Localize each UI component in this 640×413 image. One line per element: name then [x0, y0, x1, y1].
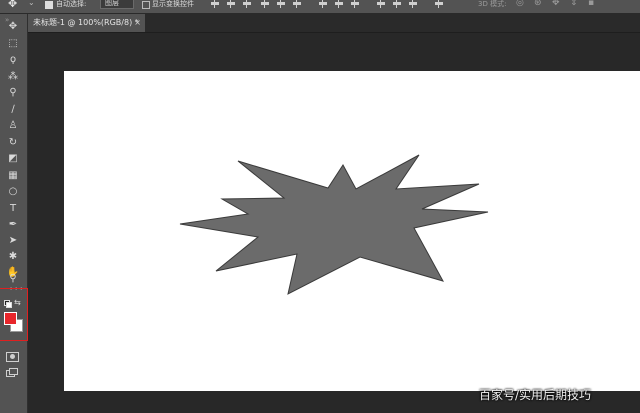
- document-tab-title: 未标题-1 @ 100%(RGB/8) *: [33, 18, 139, 27]
- lasso-tool-icon[interactable]: ϙ: [6, 53, 20, 67]
- marquee-tool-icon[interactable]: ⬚: [6, 37, 20, 51]
- auto-align-icon[interactable]: [434, 0, 444, 8]
- align-right-icon[interactable]: [242, 0, 252, 8]
- distribute-middle-icon[interactable]: [334, 0, 344, 8]
- auto-select-dropdown[interactable]: 图层: [100, 0, 134, 9]
- dodge-tool-icon[interactable]: ○: [6, 185, 20, 199]
- auto-select-checkbox[interactable]: [45, 1, 53, 9]
- path-selection-tool-icon[interactable]: ➤: [6, 234, 20, 248]
- move-tool-icon[interactable]: ✥: [6, 20, 20, 34]
- 3d-slide-icon[interactable]: ⇕: [570, 0, 578, 8]
- align-center-icon[interactable]: [226, 0, 236, 8]
- magic-wand-tool-icon[interactable]: ⁂: [6, 70, 20, 84]
- quick-mask-icon[interactable]: [6, 352, 19, 362]
- screen-mode-icon[interactable]: [6, 368, 18, 377]
- foreground-color-swatch[interactable]: [4, 312, 17, 325]
- watermark-text: 百家号/实用后期技巧: [479, 388, 592, 402]
- type-tool-icon[interactable]: T: [6, 202, 20, 216]
- stamp-tool-icon[interactable]: ♙: [6, 119, 20, 133]
- document-tab[interactable]: 未标题-1 @ 100%(RGB/8) * ×: [27, 14, 145, 32]
- eraser-tool-icon[interactable]: ◩: [6, 152, 20, 166]
- history-brush-tool-icon[interactable]: ↻: [6, 136, 20, 150]
- gradient-tool-icon[interactable]: ▦: [6, 169, 20, 183]
- 3d-pan-icon[interactable]: ✥: [552, 0, 560, 8]
- align-top-icon[interactable]: [260, 0, 270, 8]
- zoom-tool-icon[interactable]: ⚲: [6, 272, 20, 286]
- auto-select-label: 自动选择:: [56, 0, 87, 8]
- distribute-left-icon[interactable]: [376, 0, 386, 8]
- 3d-rotate-icon[interactable]: ◎: [516, 0, 524, 8]
- swap-colors-icon[interactable]: ⇆: [14, 298, 21, 307]
- distribute-top-icon[interactable]: [318, 0, 328, 8]
- starburst-shape[interactable]: [179, 154, 489, 295]
- chevron-down-icon[interactable]: ⌄: [28, 0, 35, 7]
- 3d-scale-icon[interactable]: ▪: [588, 0, 594, 8]
- 3d-mode-label: 3D 模式:: [478, 0, 507, 8]
- close-icon[interactable]: ×: [134, 14, 141, 32]
- move-tool-icon[interactable]: ✥: [8, 0, 17, 10]
- align-left-icon[interactable]: [210, 0, 220, 8]
- distribute-hcenter-icon[interactable]: [392, 0, 402, 8]
- toolbox: » ✥ ⬚ ϙ ⁂ ⚲ ∕ ♙ ↻ ◩ ▦ ○ T ✒ ➤ ✱ ✋ ⚲ ••• ⇆: [0, 14, 28, 413]
- document-tab-bar: 未标题-1 @ 100%(RGB/8) * ×: [27, 14, 640, 33]
- distribute-right-icon[interactable]: [408, 0, 418, 8]
- shape-layer: [179, 154, 489, 295]
- align-bottom-icon[interactable]: [292, 0, 302, 8]
- show-transform-checkbox[interactable]: [142, 1, 150, 9]
- distribute-bottom-icon[interactable]: [350, 0, 360, 8]
- show-transform-label: 显示变换控件: [152, 0, 194, 8]
- options-bar: ✥ ⌄ 自动选择: 图层 显示变换控件 3D 模式: ◎ ⊛ ✥ ⇕ ▪: [0, 0, 640, 14]
- 3d-roll-icon[interactable]: ⊛: [534, 0, 542, 8]
- pen-tool-icon[interactable]: ✒: [6, 218, 20, 232]
- brush-tool-icon[interactable]: ∕: [6, 103, 20, 117]
- eyedropper-tool-icon[interactable]: ⚲: [6, 86, 20, 100]
- shape-tool-icon[interactable]: ✱: [6, 250, 20, 264]
- document-canvas[interactable]: [64, 71, 640, 391]
- default-colors-icon[interactable]: [4, 300, 12, 308]
- align-middle-icon[interactable]: [276, 0, 286, 8]
